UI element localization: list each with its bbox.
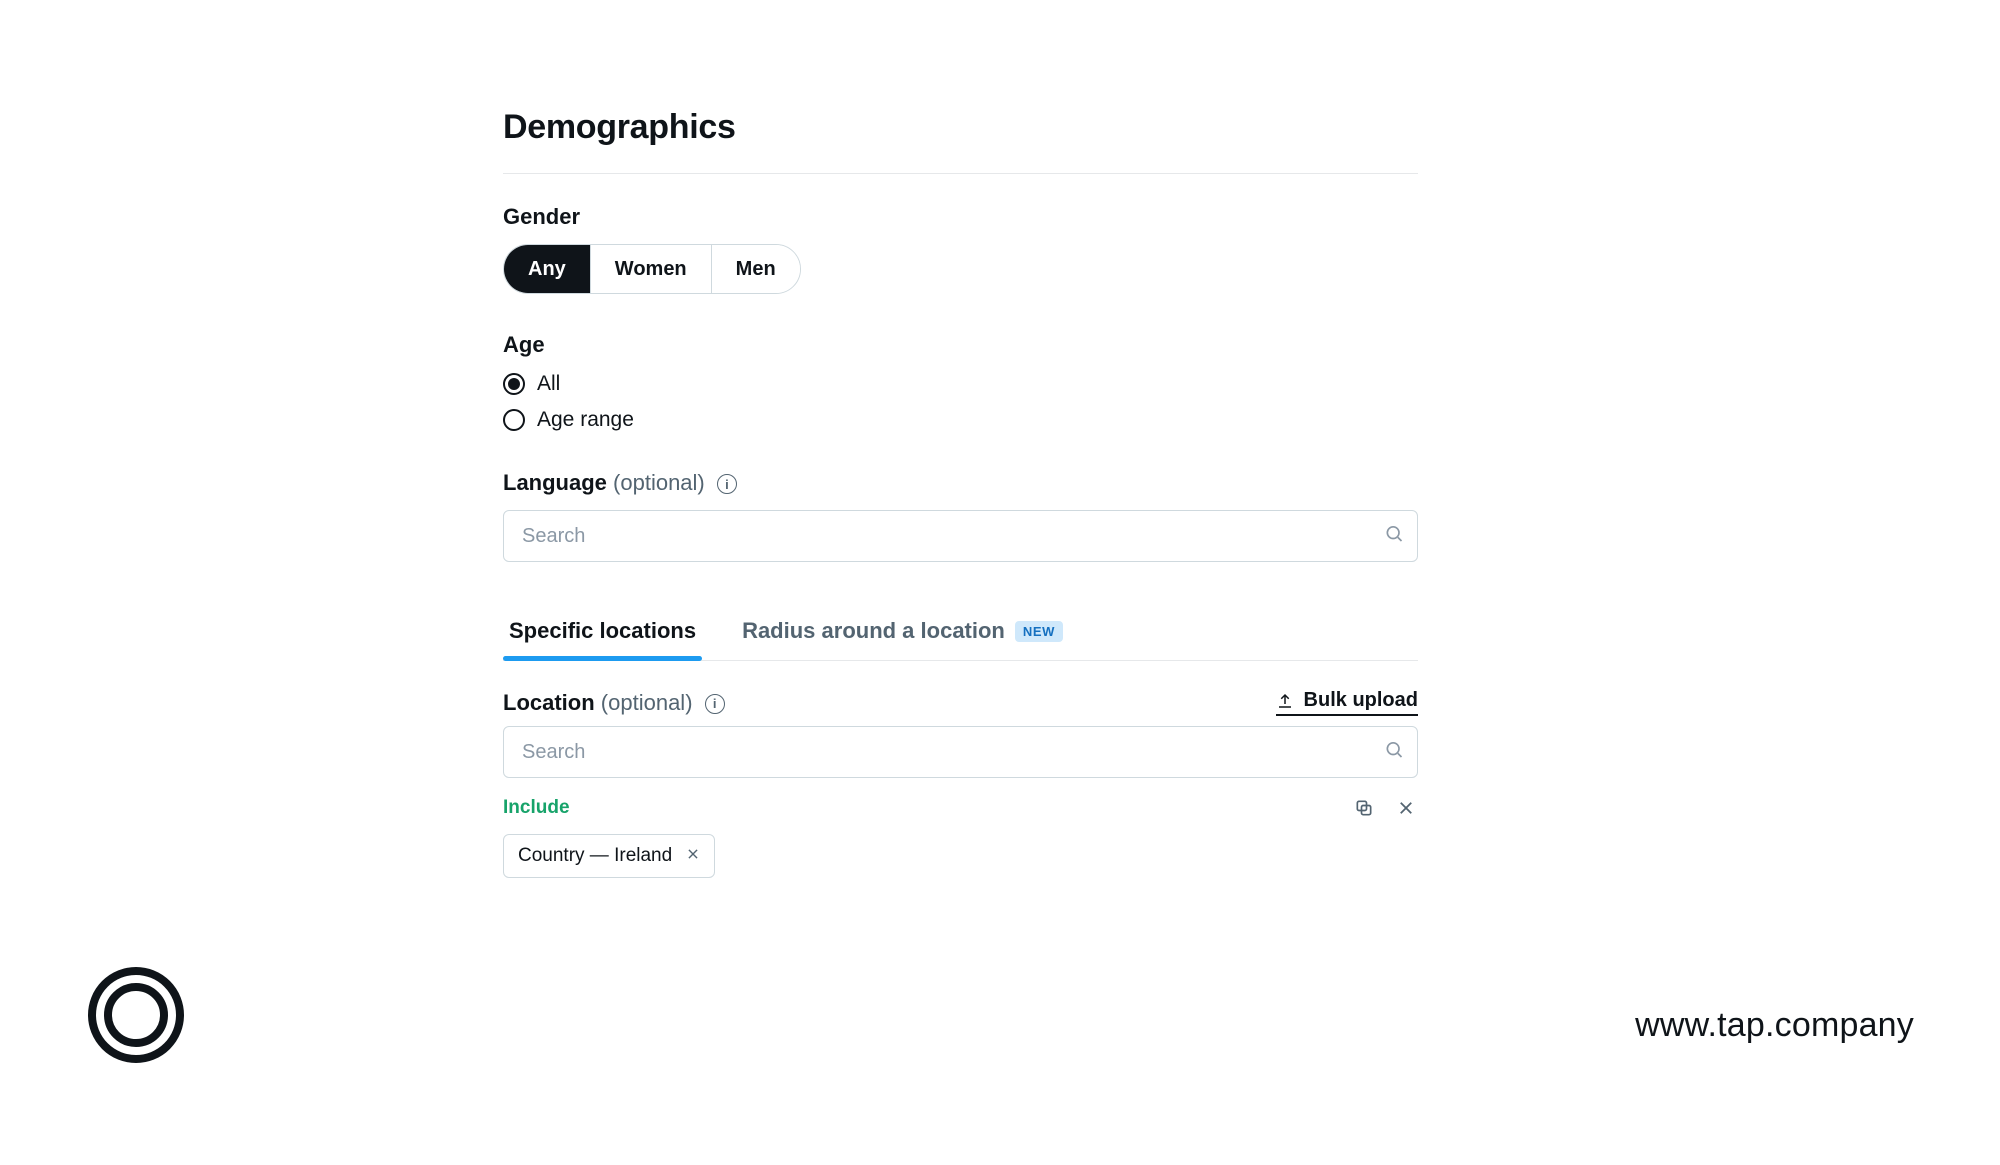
divider — [503, 173, 1418, 174]
new-badge: NEW — [1015, 621, 1063, 642]
location-label: Location (optional) i — [503, 690, 725, 716]
gender-segmented-control: Any Women Men — [503, 244, 801, 294]
info-icon[interactable]: i — [717, 474, 737, 494]
include-label: Include — [503, 797, 570, 819]
age-radio-group: All Age range — [503, 372, 1418, 432]
section-title: Demographics — [503, 108, 1418, 147]
chip-remove-icon[interactable] — [686, 845, 700, 867]
gender-option-women[interactable]: Women — [590, 245, 711, 293]
age-label: Age — [503, 332, 1418, 358]
tab-radius-location[interactable]: Radius around a location NEW — [736, 604, 1069, 660]
tab-specific-locations[interactable]: Specific locations — [503, 604, 702, 660]
gender-option-any[interactable]: Any — [504, 245, 590, 293]
language-label: Language (optional) i — [503, 470, 1418, 496]
upload-icon — [1276, 692, 1294, 710]
gender-option-men[interactable]: Men — [711, 245, 800, 293]
location-header: Location (optional) i Bulk upload — [503, 689, 1418, 716]
location-tabs: Specific locations Radius around a locat… — [503, 604, 1418, 661]
include-row: Include — [503, 796, 1418, 820]
age-option-range[interactable]: Age range — [503, 408, 1418, 432]
chip-label: Country — Ireland — [518, 845, 672, 867]
location-chip: Country — Ireland — [503, 834, 715, 878]
include-row-actions — [1352, 796, 1418, 820]
location-search-input[interactable] — [503, 726, 1418, 778]
brand-logo-icon — [86, 965, 186, 1065]
demographics-panel: Demographics Gender Any Women Men Age Al… — [503, 108, 1418, 878]
search-icon — [1384, 524, 1404, 549]
search-icon — [1384, 740, 1404, 765]
location-search — [503, 726, 1418, 778]
gender-label: Gender — [503, 204, 1418, 230]
age-option-label: All — [537, 372, 560, 396]
radio-icon — [503, 409, 525, 431]
footer-url: www.tap.company — [1635, 1006, 1914, 1045]
language-search-input[interactable] — [503, 510, 1418, 562]
language-search — [503, 510, 1418, 562]
close-icon[interactable] — [1394, 796, 1418, 820]
age-option-all[interactable]: All — [503, 372, 1418, 396]
info-icon[interactable]: i — [705, 694, 725, 714]
copy-icon[interactable] — [1352, 796, 1376, 820]
age-option-label: Age range — [537, 408, 634, 432]
bulk-upload-button[interactable]: Bulk upload — [1276, 689, 1418, 716]
radio-icon — [503, 373, 525, 395]
